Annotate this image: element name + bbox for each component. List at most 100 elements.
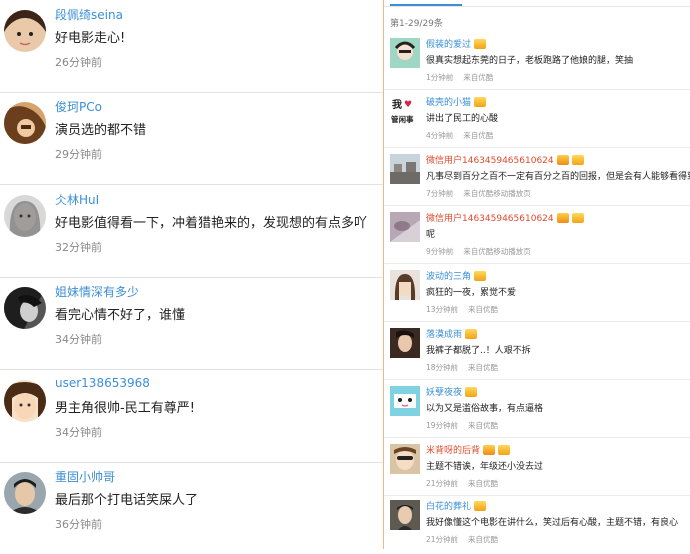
comment-meta: 19分钟前 来自优酷 bbox=[426, 420, 508, 431]
comment-time: 34分钟前 bbox=[55, 426, 102, 439]
avatar[interactable] bbox=[4, 287, 46, 329]
comment-item: 重固小帅哥 最后那个打电话笑屎人了 36分钟前 bbox=[0, 462, 383, 554]
avatar[interactable] bbox=[4, 10, 46, 52]
avatar[interactable] bbox=[4, 102, 46, 144]
comment-meta: 21分钟前 来自优酷 bbox=[426, 478, 508, 489]
svg-text:管闲事: 管闲事 bbox=[391, 114, 414, 124]
comment-time: 18分钟前 bbox=[426, 363, 459, 372]
tab-underline bbox=[384, 6, 690, 7]
vip-badge-icon bbox=[571, 154, 584, 165]
avatar[interactable]: 我 ♥ 管闲事 bbox=[390, 96, 420, 126]
comment-text: 很真实想起东莞的日子，老板跑路了他娘的腿，笑抽 bbox=[426, 56, 634, 66]
comment-username[interactable]: 微信用户1463459465610624 bbox=[426, 153, 584, 166]
vip-badge-icon bbox=[474, 96, 487, 107]
comment-source: 来自优酷移动播放页 bbox=[463, 189, 531, 198]
avatar[interactable] bbox=[390, 270, 420, 300]
vip-badge-icon bbox=[474, 270, 487, 281]
right-comment-panel: 第1-29/29条 假装的爱过 很真实想起东莞的日子，老板跑路了他娘的腿，笑抽 … bbox=[384, 0, 690, 549]
comment-source: 来自优酷 bbox=[468, 535, 499, 544]
comment-time: 34分钟前 bbox=[55, 333, 102, 346]
comment-username[interactable]: 米背呀的后背 bbox=[426, 443, 511, 456]
comment-text: 我裤子都脱了..！人艰不拆 bbox=[426, 346, 531, 356]
comment-time: 26分钟前 bbox=[55, 56, 102, 69]
comment-text: 疯狂的一夜，累觉不爱 bbox=[426, 288, 517, 298]
comment-item: 微信用户1463459465610624 凡事尽到百分之百不一定有百分之百的回报… bbox=[384, 148, 690, 206]
avatar[interactable] bbox=[4, 380, 46, 422]
comment-username[interactable]: 姐妹情深有多少 bbox=[55, 283, 139, 300]
avatar[interactable] bbox=[390, 154, 420, 184]
vip-badge-icon bbox=[465, 328, 478, 339]
vip-badge-icon bbox=[498, 444, 511, 455]
comment-username[interactable]: 仌林HuI bbox=[55, 191, 99, 208]
avatar[interactable] bbox=[390, 386, 420, 416]
avatar[interactable] bbox=[390, 444, 420, 474]
comment-text: 呢 bbox=[426, 230, 436, 240]
avatar[interactable] bbox=[390, 328, 420, 358]
comment-username[interactable]: 段佩绮seina bbox=[55, 6, 123, 23]
crown-badge-icon bbox=[556, 154, 569, 165]
comment-text: 讲出了民工的心酸 bbox=[426, 114, 499, 124]
crown-badge-icon bbox=[556, 212, 569, 223]
comment-username[interactable]: 假装的爱过 bbox=[426, 37, 487, 50]
comment-username[interactable]: user138653968 bbox=[55, 376, 150, 390]
comment-time: 32分钟前 bbox=[55, 241, 102, 254]
comment-username[interactable]: 白花的葬礼 bbox=[426, 499, 487, 512]
comment-item: 波动的三角 疯狂的一夜，累觉不爱 13分钟前 来自优酷 bbox=[384, 264, 690, 322]
comment-source: 来自优酷 bbox=[468, 305, 499, 314]
avatar[interactable] bbox=[4, 472, 46, 514]
svg-text:♥: ♥ bbox=[404, 100, 412, 110]
comment-text: 主题不错诶，年级还小没去过 bbox=[426, 462, 544, 472]
comment-item: 米背呀的后背 主题不错诶，年级还小没去过 21分钟前 来自优酷 bbox=[384, 438, 690, 496]
comment-item: 仌林HuI 好电影值得看一下，冲着猎艳来的，发现想的有点多吖 32分钟前 bbox=[0, 185, 383, 278]
comment-item: 微信用户1463459465610624 呢 9分钟前 来自优酷移动播放页 bbox=[384, 206, 690, 264]
comment-meta: 4分钟前 来自优酷 bbox=[426, 130, 503, 141]
crown-badge-icon bbox=[483, 444, 496, 455]
comment-text: 好电影走心! bbox=[55, 31, 126, 46]
vip-badge-icon bbox=[465, 386, 478, 397]
comment-text: 我好像懂这个电影在讲什么，笑过后有心酸，主题不错，有良心 bbox=[426, 518, 679, 528]
vip-badge-icon bbox=[474, 500, 487, 511]
comment-username[interactable]: 落漠成雨 bbox=[426, 327, 478, 340]
avatar[interactable] bbox=[390, 38, 420, 68]
comment-time: 4分钟前 bbox=[426, 131, 454, 140]
comment-text: 好电影值得看一下，冲着猎艳来的，发现想的有点多吖 bbox=[55, 216, 368, 231]
comment-source: 来自优酷 bbox=[468, 479, 499, 488]
comment-item: 假装的爱过 很真实想起东莞的日子，老板跑路了他娘的腿，笑抽 1分钟前 来自优酷 bbox=[384, 32, 690, 90]
left-comment-list: 段佩绮seina 好电影走心! 26分钟前 俊珂PCo 演员选的都不错 29分钟… bbox=[0, 0, 383, 549]
comment-time: 29分钟前 bbox=[55, 148, 102, 161]
comment-username[interactable]: 破壳的小猫 bbox=[426, 95, 487, 108]
comment-source: 来自优酷 bbox=[463, 131, 494, 140]
avatar[interactable] bbox=[390, 500, 420, 530]
comment-item: user138653968 男主角很帅-民工有尊严! 34分钟前 bbox=[0, 370, 383, 463]
comment-item: 妖孽夜夜 以为又是滥俗故事，有点逼格 19分钟前 来自优酷 bbox=[384, 380, 690, 438]
comment-username[interactable]: 妖孽夜夜 bbox=[426, 385, 478, 398]
comment-time: 21分钟前 bbox=[426, 479, 459, 488]
comment-item: 落漠成雨 我裤子都脱了..！人艰不拆 18分钟前 来自优酷 bbox=[384, 322, 690, 380]
comment-time: 1分钟前 bbox=[426, 73, 454, 82]
comment-text: 以为又是滥俗故事，有点逼格 bbox=[426, 404, 544, 414]
comment-text: 看完心情不好了，谁懂 bbox=[55, 308, 186, 323]
avatar[interactable] bbox=[390, 212, 420, 242]
comment-source: 来自优酷移动播放页 bbox=[463, 247, 531, 256]
comment-text: 最后那个打电话笑屎人了 bbox=[55, 493, 199, 508]
comment-username[interactable]: 波动的三角 bbox=[426, 269, 487, 282]
comment-time: 21分钟前 bbox=[426, 535, 459, 544]
comment-username[interactable]: 微信用户1463459465610624 bbox=[426, 211, 584, 224]
comment-time: 7分钟前 bbox=[426, 189, 454, 198]
comment-meta: 7分钟前 来自优酷移动播放页 bbox=[426, 188, 541, 199]
comment-time: 19分钟前 bbox=[426, 421, 459, 430]
comment-item: 段佩绮seina 好电影走心! 26分钟前 bbox=[0, 0, 383, 93]
avatar[interactable] bbox=[4, 195, 46, 237]
svg-text:我: 我 bbox=[392, 98, 402, 111]
comment-time: 36分钟前 bbox=[55, 518, 102, 531]
comment-item: 姐妹情深有多少 看完心情不好了，谁懂 34分钟前 bbox=[0, 277, 383, 370]
comment-source: 来自优酷 bbox=[468, 421, 499, 430]
comment-text: 凡事尽到百分之百不一定有百分之百的回报，但是会有人能够看得到。 bbox=[426, 172, 690, 182]
comment-source: 来自优酷 bbox=[468, 363, 499, 372]
comment-meta: 18分钟前 来自优酷 bbox=[426, 362, 508, 373]
comment-meta: 1分钟前 来自优酷 bbox=[426, 72, 503, 83]
comment-username[interactable]: 俊珂PCo bbox=[55, 98, 102, 115]
comment-item: 我 ♥ 管闲事 破壳的小猫 讲出了民工的心酸 4分钟前 来自优酷 bbox=[384, 90, 690, 148]
vip-badge-icon bbox=[571, 212, 584, 223]
comment-username[interactable]: 重固小帅哥 bbox=[55, 468, 115, 485]
